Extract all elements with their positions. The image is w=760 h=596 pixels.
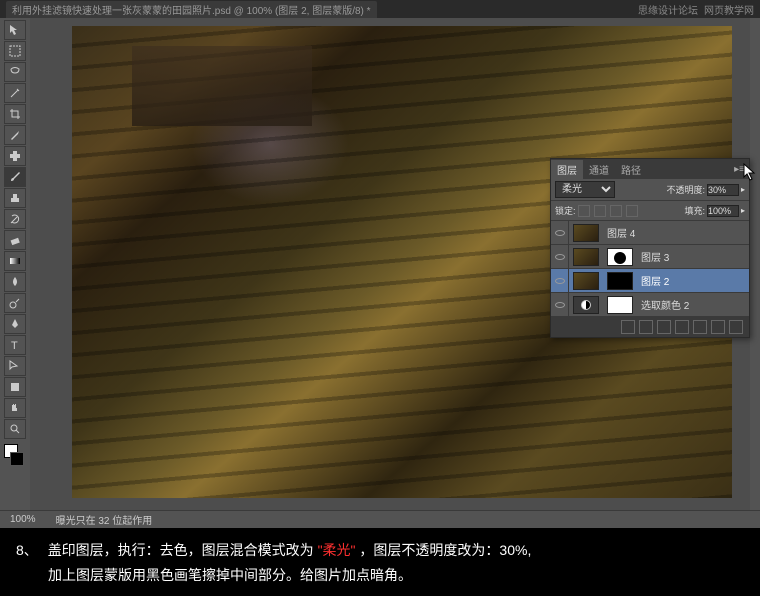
panel-tabs: 图层 通道 路径 ▸≡ <box>551 159 749 179</box>
layer-name[interactable]: 图层 3 <box>637 249 749 264</box>
layer-name[interactable]: 图层 2 <box>637 273 749 288</box>
visibility-toggle[interactable] <box>551 269 569 293</box>
group-icon[interactable] <box>693 320 707 334</box>
mask-icon[interactable] <box>657 320 671 334</box>
type-tool[interactable]: T <box>4 335 26 355</box>
color-swatches[interactable] <box>4 444 26 466</box>
opacity-input[interactable] <box>707 184 739 196</box>
svg-text:T: T <box>11 340 18 352</box>
stamp-tool[interactable] <box>4 188 26 208</box>
document-tab[interactable]: 利用外挂滤镜快速处理一张灰蒙蒙的田园照片.psd @ 100% (图层 2, 图… <box>6 1 377 18</box>
lock-all-icon[interactable] <box>626 205 638 217</box>
eyedropper-tool[interactable] <box>4 125 26 145</box>
eye-icon <box>555 302 565 308</box>
layer-mask-thumb[interactable] <box>607 296 633 314</box>
fill-label: 填充: <box>684 204 705 217</box>
tab-layers[interactable]: 图层 <box>551 160 583 179</box>
adjustment-thumb[interactable] <box>573 296 599 314</box>
layer-row[interactable]: 选取颜色 2 <box>551 293 749 317</box>
adjustment-icon[interactable] <box>675 320 689 334</box>
path-tool[interactable] <box>4 356 26 376</box>
layers-panel: 图层 通道 路径 ▸≡ 柔光 不透明度: ▸ 锁定: 填充: ▸ 图层 4 <box>550 158 750 338</box>
shape-tool[interactable] <box>4 377 26 397</box>
lock-row: 锁定: 填充: ▸ <box>551 201 749 221</box>
status-bar: 100% 曝光只在 32 位起作用 <box>0 510 760 528</box>
lock-label: 锁定: <box>555 204 576 217</box>
hand-tool[interactable] <box>4 398 26 418</box>
eraser-tool[interactable] <box>4 230 26 250</box>
layer-name[interactable]: 图层 4 <box>603 225 749 240</box>
photoshop-window: 利用外挂滤镜快速处理一张灰蒙蒙的田园照片.psd @ 100% (图层 2, 图… <box>0 0 760 528</box>
lasso-tool[interactable] <box>4 62 26 82</box>
link-layers-icon[interactable] <box>621 320 635 334</box>
visibility-toggle[interactable] <box>551 293 569 317</box>
lock-pixels-icon[interactable] <box>594 205 606 217</box>
history-brush-tool[interactable] <box>4 209 26 229</box>
adjustment-icon <box>581 300 591 310</box>
trash-icon[interactable] <box>729 320 743 334</box>
wand-tool[interactable] <box>4 83 26 103</box>
layer-mask-thumb[interactable] <box>607 248 633 266</box>
status-info: 曝光只在 32 位起作用 <box>56 512 153 527</box>
watermark-forum: 思缘设计论坛 <box>638 2 698 17</box>
brush-tool[interactable] <box>4 167 26 187</box>
blur-tool[interactable] <box>4 272 26 292</box>
panel-footer <box>551 317 749 337</box>
marquee-tool[interactable] <box>4 41 26 61</box>
opacity-stepper-icon[interactable]: ▸ <box>741 185 745 194</box>
layer-name[interactable]: 选取颜色 2 <box>637 297 749 312</box>
pen-tool[interactable] <box>4 314 26 334</box>
opacity-label: 不透明度: <box>666 183 705 196</box>
layer-row[interactable]: 图层 4 <box>551 221 749 245</box>
blend-mode-select[interactable]: 柔光 <box>555 181 615 198</box>
layer-mask-thumb[interactable] <box>607 272 633 290</box>
zoom-tool[interactable] <box>4 419 26 439</box>
layer-thumb[interactable] <box>573 272 599 290</box>
zoom-level[interactable]: 100% <box>10 514 36 525</box>
visibility-toggle[interactable] <box>551 221 569 245</box>
dodge-tool[interactable] <box>4 293 26 313</box>
move-tool[interactable] <box>4 20 26 40</box>
eye-icon <box>555 254 565 260</box>
visibility-toggle[interactable] <box>551 245 569 269</box>
fx-icon[interactable] <box>639 320 653 334</box>
layer-row[interactable]: 图层 3 <box>551 245 749 269</box>
lock-position-icon[interactable] <box>610 205 622 217</box>
tab-paths[interactable]: 路径 <box>615 160 647 179</box>
lock-transparent-icon[interactable] <box>578 205 590 217</box>
crop-tool[interactable] <box>4 104 26 124</box>
layer-list: 图层 4 图层 3 图层 2 选取颜色 2 <box>551 221 749 317</box>
blend-row: 柔光 不透明度: ▸ <box>551 179 749 201</box>
fill-stepper-icon[interactable]: ▸ <box>741 206 745 215</box>
healing-tool[interactable] <box>4 146 26 166</box>
watermark-site: 网页教学网 <box>704 2 754 17</box>
caption-text-3: 加上图层蒙版用黑色画笔擦掉中间部分。给图片加点暗角。 <box>48 567 412 583</box>
tab-channels[interactable]: 通道 <box>583 160 615 179</box>
eye-icon <box>555 230 565 236</box>
fill-input[interactable] <box>707 205 739 217</box>
layer-row[interactable]: 图层 2 <box>551 269 749 293</box>
tools-toolbar: T <box>0 18 30 528</box>
caption-text-2: ，图层不透明度改为：30%, <box>359 542 531 558</box>
tutorial-caption: 8、 盖印图层，执行：去色，图层混合模式改为 "柔光" ，图层不透明度改为：30… <box>0 528 760 596</box>
background-swatch[interactable] <box>10 452 24 466</box>
layer-thumb[interactable] <box>573 224 599 242</box>
layer-thumb[interactable] <box>573 248 599 266</box>
caption-highlight: "柔光" <box>318 542 356 558</box>
gradient-tool[interactable] <box>4 251 26 271</box>
cursor-icon <box>743 163 757 183</box>
caption-text-1: 盖印图层，执行：去色，图层混合模式改为 <box>48 542 314 558</box>
eye-icon <box>555 278 565 284</box>
watermark: 思缘设计论坛 网页教学网 <box>638 2 754 17</box>
step-number: 8、 <box>16 542 38 558</box>
new-layer-icon[interactable] <box>711 320 725 334</box>
